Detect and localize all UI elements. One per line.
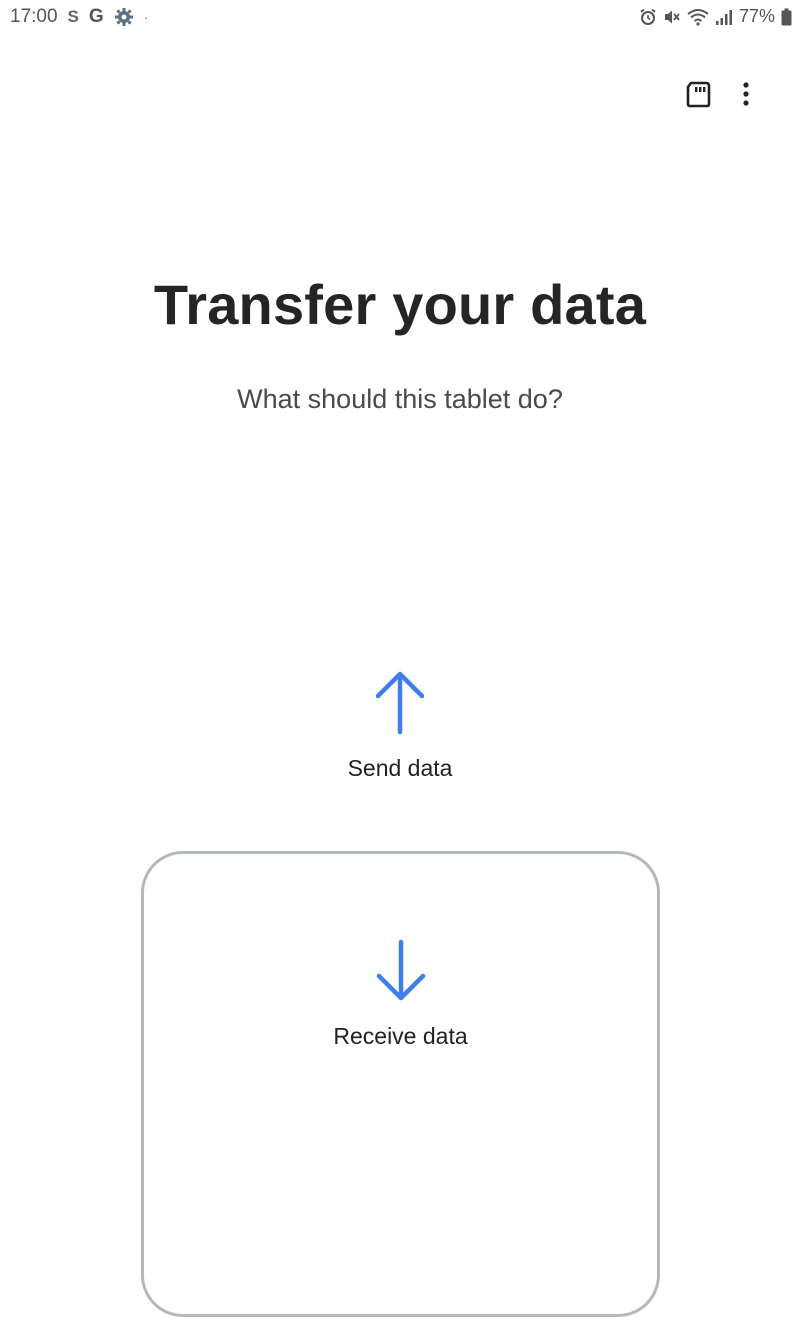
receive-data-label: Receive data <box>333 1023 468 1049</box>
receive-data-card[interactable]: Receive data <box>141 851 660 1317</box>
battery-icon <box>781 8 792 26</box>
mute-icon <box>663 8 681 26</box>
more-vertical-icon <box>742 81 750 112</box>
battery-percentage: 77% <box>738 6 775 26</box>
status-bar-right: 77% <box>639 6 792 27</box>
page-title: Transfer your data <box>153 273 647 336</box>
sd-card-icon <box>685 80 711 113</box>
sd-card-button[interactable] <box>678 76 718 116</box>
google-icon: G <box>88 6 104 27</box>
wifi-icon <box>687 8 709 26</box>
send-data-option[interactable]: Send data <box>0 668 800 782</box>
signal-icon <box>715 8 733 26</box>
settings-gear-icon <box>114 7 134 27</box>
more-notifications-dot: · <box>143 9 149 25</box>
more-options-button[interactable] <box>726 76 766 116</box>
page-subtitle: What should this tablet do? <box>237 384 563 414</box>
arrow-down-icon <box>373 938 429 1009</box>
receive-data-option[interactable]: Receive data <box>144 938 657 1050</box>
status-bar: 17:00 S G · 77% <box>0 0 800 34</box>
status-bar-left: 17:00 S G · <box>10 6 148 28</box>
alarm-icon <box>639 8 657 26</box>
send-data-label: Send data <box>347 755 453 781</box>
status-time: 17:00 <box>10 6 58 27</box>
s-app-icon: S <box>67 7 79 26</box>
arrow-up-icon <box>372 668 428 741</box>
